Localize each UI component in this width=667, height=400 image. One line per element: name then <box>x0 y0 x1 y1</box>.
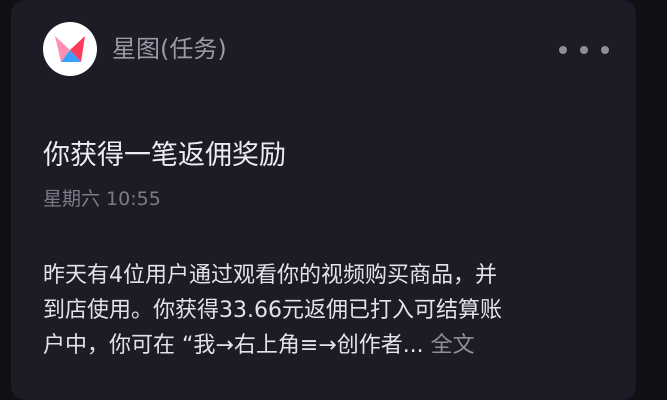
message-timestamp: 星期六 10:55 <box>43 188 161 210</box>
more-options-icon <box>559 46 567 54</box>
notification-header: 星图(任务) <box>11 22 636 78</box>
message-body-line: 昨天有4位用户通过观看你的视频购买商品，并 <box>43 263 497 288</box>
message-title: 你获得一笔返佣奖励 <box>43 140 286 171</box>
message-body-line: 到店使用。你获得33.66元返佣已打入可结算账 <box>43 298 502 323</box>
more-options-icon <box>580 46 588 54</box>
notification-card[interactable]: 星图(任务) 你获得一笔返佣奖励 星期六 10:55 昨天有4位用户通过观看你的… <box>11 0 636 400</box>
message-body-line: 户中，你可在 “我→右上角≡→创作者... 全文 <box>43 328 603 363</box>
full-text-link[interactable]: 全文 <box>431 333 475 358</box>
message-body: 昨天有4位用户通过观看你的视频购买商品，并 到店使用。你获得33.66元返佣已打… <box>43 258 603 363</box>
sender-name: 星图(任务) <box>112 35 227 63</box>
more-options-icon <box>601 46 609 54</box>
xingtu-logo-icon <box>55 36 85 62</box>
more-options-button[interactable] <box>559 36 609 64</box>
message-body-line-text: 户中，你可在 “我→右上角≡→创作者... <box>43 333 431 358</box>
avatar[interactable] <box>43 22 97 76</box>
